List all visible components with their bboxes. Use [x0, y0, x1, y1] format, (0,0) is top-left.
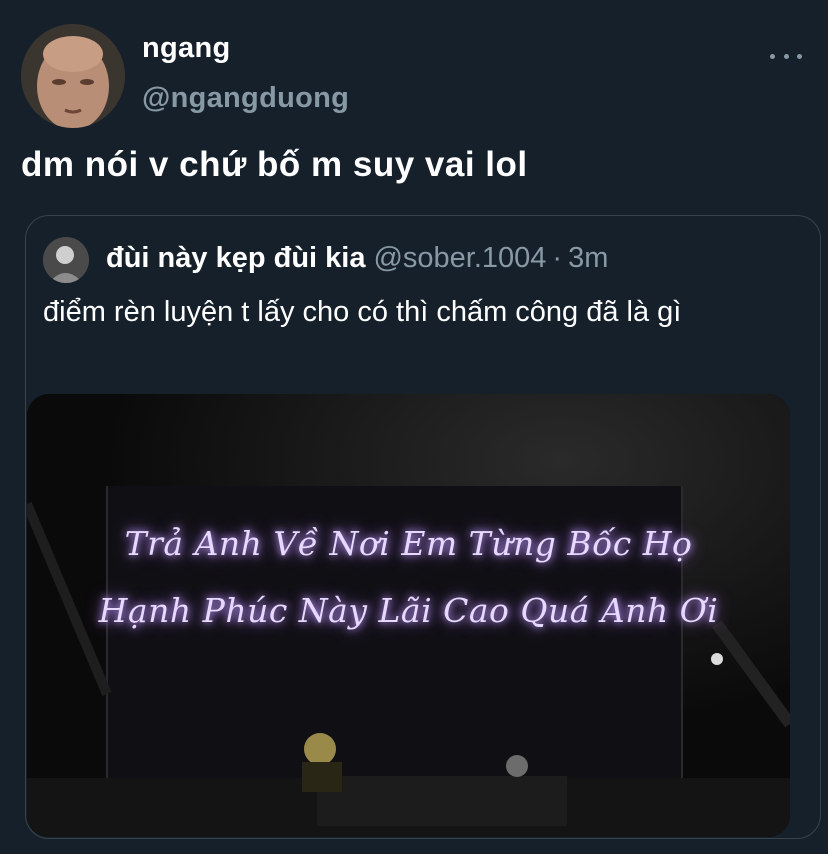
tweet-text: dm nói v chứ bố m suy vai lol [21, 145, 528, 184]
quoted-header: đùi này kẹp đùi kia @sober.1004 · 3m [106, 242, 608, 275]
avatar[interactable] [21, 24, 125, 128]
avatar-image [21, 24, 125, 128]
timestamp[interactable]: 3m [568, 242, 608, 274]
quoted-avatar-image [43, 237, 89, 283]
quoted-tweet[interactable]: đùi này kẹp đùi kia @sober.1004 · 3m điểm r… [25, 215, 821, 839]
display-name[interactable]: ngang [142, 32, 231, 65]
media-image[interactable]: Trả Anh Về Nơi Em Từng Bốc Họ Hạnh Phúc … [27, 394, 790, 837]
lyrics-line-1: Trả Anh Về Nơi Em Từng Bốc Họ [124, 524, 693, 563]
quoted-text: điểm rèn luyện t lấy cho có thì chấm côn… [43, 296, 682, 328]
quoted-display-name[interactable]: đùi này kẹp đùi kia [106, 242, 365, 274]
user-handle[interactable]: @ngangduong [142, 82, 349, 115]
more-horizontal-icon[interactable] [770, 44, 802, 68]
quoted-handle[interactable]: @sober.1004 [373, 242, 546, 274]
lyrics-line-2: Hạnh Phúc Này Lãi Cao Quá Anh Ơi [98, 591, 719, 630]
separator-dot: · [552, 242, 563, 274]
quoted-avatar[interactable] [43, 237, 89, 283]
